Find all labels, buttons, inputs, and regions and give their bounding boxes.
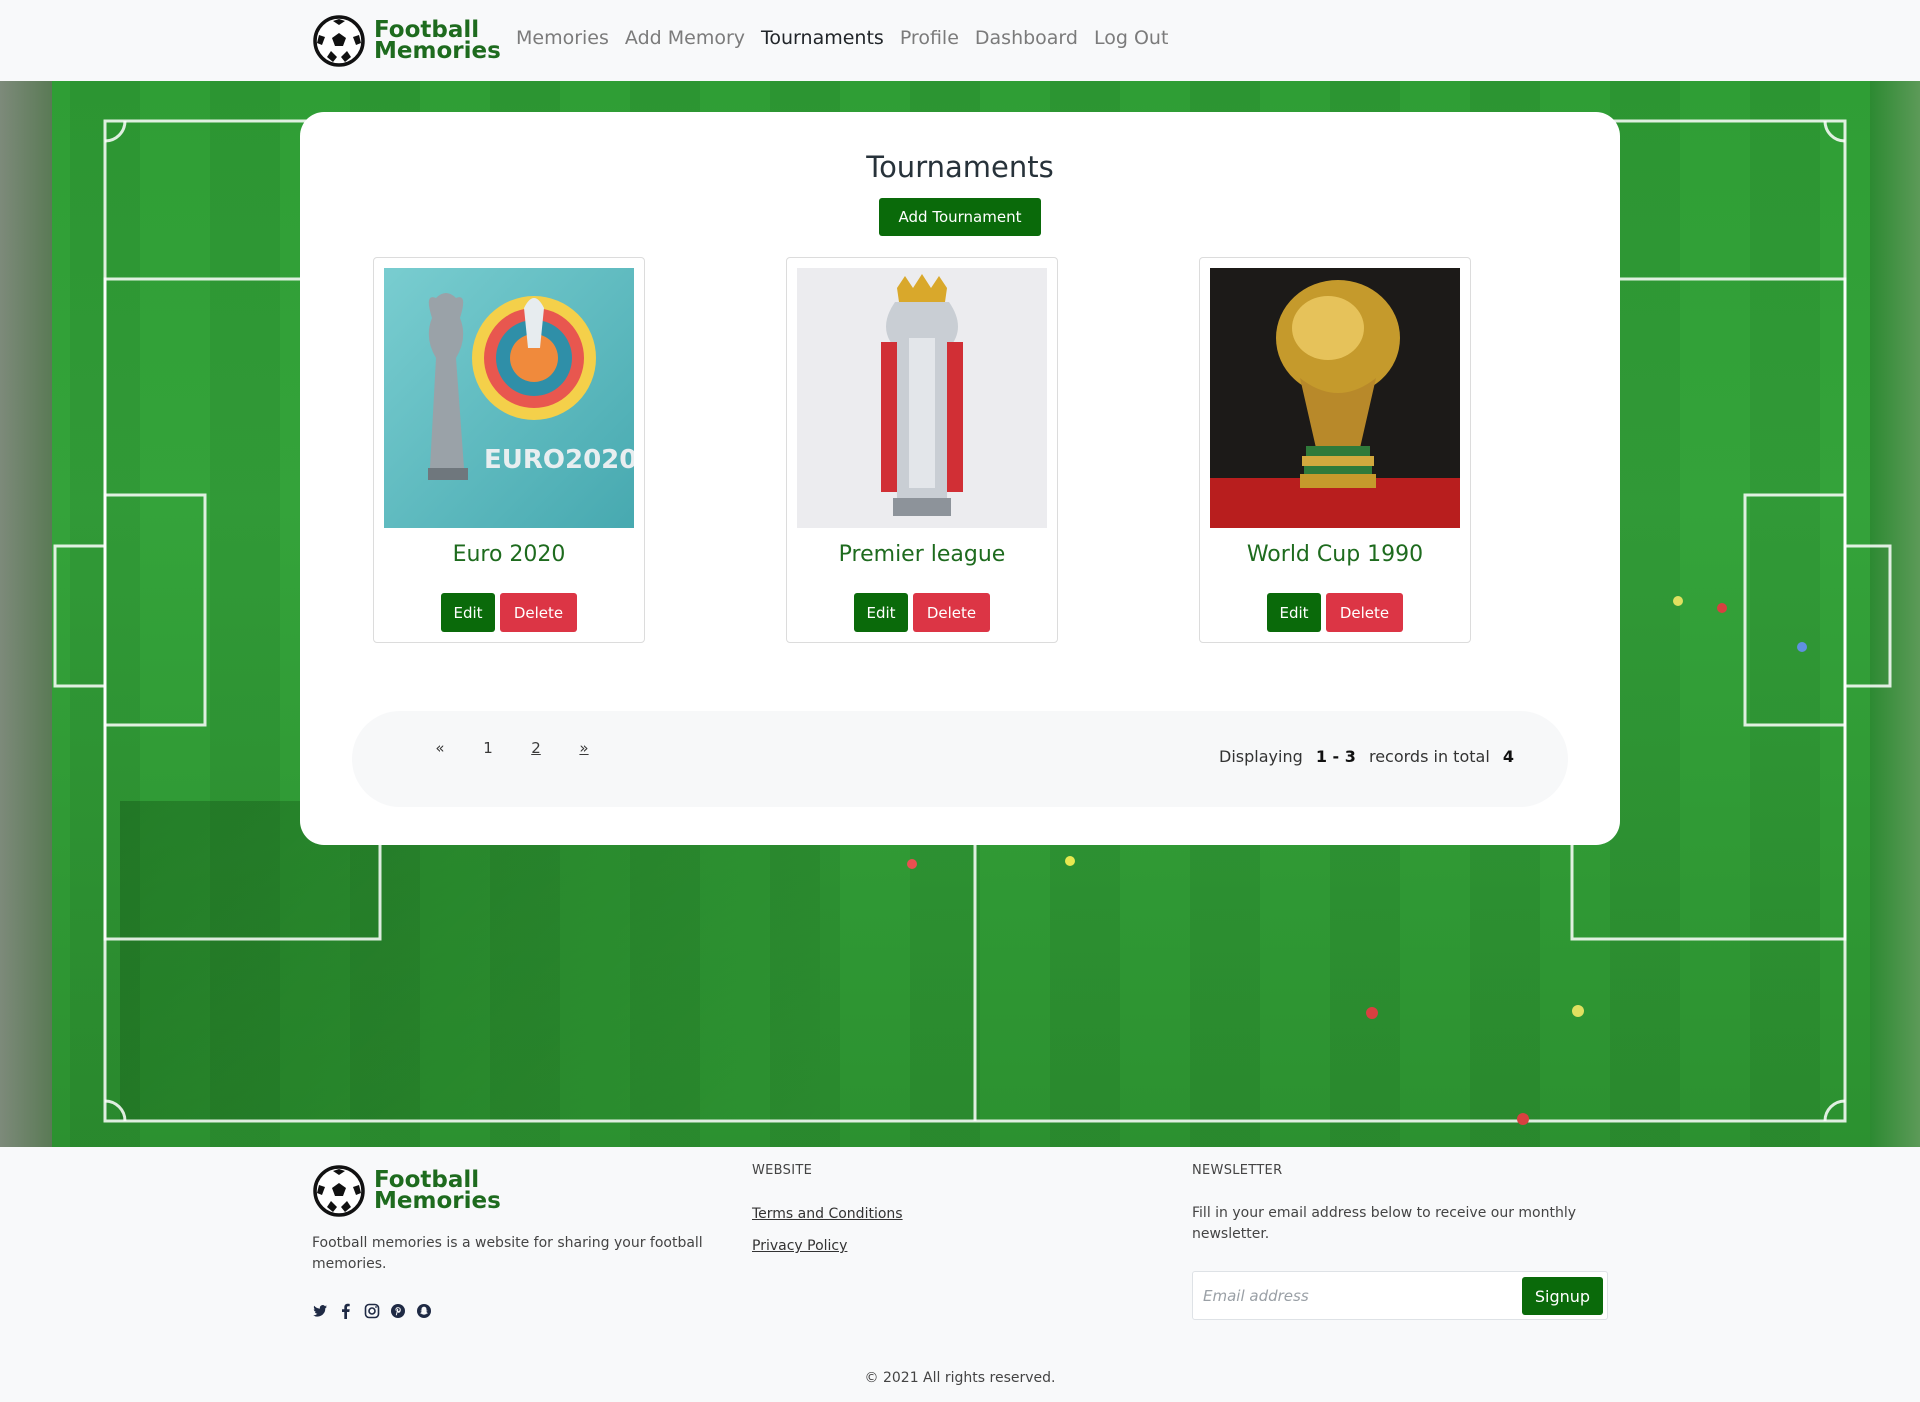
footer-brand: Football Memories — [313, 1165, 501, 1217]
records-range: 1 - 3 — [1315, 747, 1356, 766]
premier-league-trophy-image — [797, 268, 1047, 528]
nav-log-out[interactable]: Log Out — [1094, 27, 1168, 49]
records-middle: records in total — [1368, 747, 1490, 766]
records-prefix: Displaying — [1219, 747, 1303, 766]
main-nav: Memories Add Memory Tournaments Profile … — [516, 27, 1184, 49]
page-2[interactable]: 2 — [512, 739, 560, 757]
soccer-ball-icon — [313, 1165, 365, 1217]
terms-link[interactable]: Terms and Conditions — [752, 1206, 903, 1222]
page-next[interactable]: » — [560, 739, 608, 757]
pagination-bar: « 1 2 » Displaying 1 - 3 records in tota… — [352, 711, 1568, 807]
brand-line-2: Memories — [374, 38, 501, 64]
svg-text:EURO2020: EURO2020 — [484, 445, 634, 475]
tournament-card: Premier league Edit Delete — [786, 257, 1058, 643]
pagination: « 1 2 » — [416, 739, 608, 757]
brand-name: Football Memories — [374, 19, 501, 64]
card-actions: Edit Delete — [1200, 593, 1470, 632]
edit-button[interactable]: Edit — [1267, 593, 1321, 632]
pinterest-icon[interactable] — [390, 1303, 406, 1319]
records-summary: Displaying 1 - 3 records in total 4 — [1219, 747, 1522, 766]
email-input[interactable] — [1203, 1280, 1503, 1311]
footer-brand-name: Football Memories — [374, 1169, 501, 1214]
footer-brand-line-2: Memories — [374, 1188, 501, 1214]
privacy-link[interactable]: Privacy Policy — [752, 1238, 847, 1254]
tournament-card: World Cup 1990 Edit Delete — [1199, 257, 1471, 643]
edit-button[interactable]: Edit — [854, 593, 908, 632]
facebook-icon[interactable] — [338, 1303, 354, 1319]
footer: Football Memories Football memories is a… — [0, 1147, 1920, 1402]
card-title: Premier league — [838, 542, 1006, 567]
nav-memories[interactable]: Memories — [516, 27, 609, 49]
delete-button[interactable]: Delete — [913, 593, 990, 632]
newsletter-text: Fill in your email address below to rece… — [1192, 1205, 1577, 1242]
brand-logo-link[interactable]: Football Memories — [313, 15, 501, 67]
nav-add-memory[interactable]: Add Memory — [625, 27, 745, 49]
signup-button[interactable]: Signup — [1522, 1277, 1603, 1315]
soccer-ball-icon — [313, 15, 365, 67]
page-prev[interactable]: « — [416, 739, 464, 757]
twitter-icon[interactable] — [312, 1303, 328, 1319]
footer-description: Football memories is a website for shari… — [312, 1235, 703, 1272]
nav-tournaments[interactable]: Tournaments — [761, 27, 884, 49]
card-actions: Edit Delete — [787, 593, 1057, 632]
card-title: World Cup 1990 — [1246, 542, 1424, 567]
page-1[interactable]: 1 — [464, 739, 512, 757]
nav-dashboard[interactable]: Dashboard — [975, 27, 1078, 49]
nav-profile[interactable]: Profile — [900, 27, 959, 49]
newsletter-heading: NEWSLETTER — [1192, 1163, 1283, 1178]
website-heading: WEBSITE — [752, 1163, 813, 1178]
social-links — [312, 1303, 442, 1319]
records-total: 4 — [1502, 747, 1514, 766]
page-title: Tournaments — [866, 150, 1054, 184]
card-title: Euro 2020 — [452, 542, 566, 567]
newsletter-form: Signup — [1192, 1271, 1608, 1320]
instagram-icon[interactable] — [364, 1303, 380, 1319]
card-actions: Edit Delete — [374, 593, 644, 632]
copyright: © 2021 All rights reserved. — [864, 1370, 1056, 1386]
edit-button[interactable]: Edit — [441, 593, 495, 632]
tournaments-panel: Tournaments Add Tournament EURO2020 Euro… — [300, 112, 1620, 845]
delete-button[interactable]: Delete — [500, 593, 577, 632]
world-cup-trophy-image — [1210, 268, 1460, 528]
add-tournament-button[interactable]: Add Tournament — [879, 198, 1041, 236]
tournament-card: EURO2020 Euro 2020 Edit Delete — [373, 257, 645, 643]
snapchat-icon[interactable] — [416, 1303, 432, 1319]
delete-button[interactable]: Delete — [1326, 593, 1403, 632]
navbar: Football Memories Memories Add Memory To… — [0, 0, 1920, 81]
euro-trophy-image: EURO2020 — [384, 268, 634, 528]
